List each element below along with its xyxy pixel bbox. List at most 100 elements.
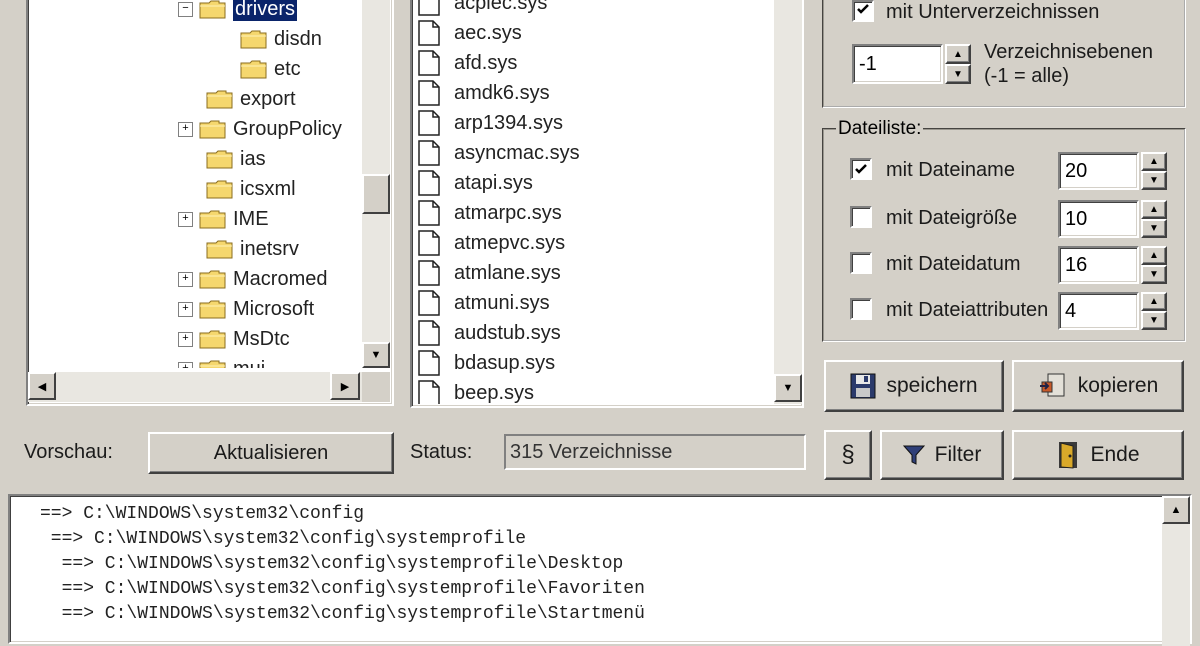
end-button[interactable]: Ende — [1012, 430, 1184, 480]
filelist-width-value[interactable]: 16 — [1058, 246, 1139, 284]
levels-down-icon[interactable]: ▼ — [945, 64, 971, 84]
file-list-item[interactable]: audstub.sys — [418, 318, 561, 348]
expand-icon[interactable]: + — [178, 271, 193, 287]
filelist-checkbox[interactable] — [850, 252, 872, 274]
filelist-width-value[interactable]: 4 — [1058, 292, 1139, 330]
file-list-item[interactable]: atapi.sys — [418, 168, 533, 198]
output-vscrollbar[interactable]: ▲ — [1162, 496, 1190, 646]
expand-icon[interactable]: + — [178, 361, 193, 368]
subdirs-checkbox[interactable] — [852, 0, 874, 22]
levels-stepper[interactable]: -1 ▲ ▼ — [852, 44, 971, 84]
folder-icon — [199, 0, 226, 19]
filelist-width-arrows[interactable]: ▲ ▼ — [1141, 200, 1167, 238]
tree-item[interactable]: export — [206, 84, 296, 114]
file-list-item[interactable]: acpiec.sys — [418, 0, 547, 18]
file-list-item[interactable]: atmarpc.sys — [418, 198, 562, 228]
file-list-item[interactable]: atmuni.sys — [418, 288, 550, 318]
tree-item[interactable]: ias — [206, 144, 266, 174]
file-vscrollbar[interactable]: ▼ — [774, 0, 802, 404]
tree-scroll-down-button[interactable]: ▼ — [362, 342, 390, 368]
levels-up-icon[interactable]: ▲ — [945, 44, 971, 64]
filelist-checkbox[interactable] — [850, 298, 872, 320]
folder-icon — [199, 360, 226, 368]
file-name: afd.sys — [454, 51, 518, 74]
filelist-width-value[interactable]: 20 — [1058, 152, 1139, 190]
tree-item[interactable]: + IME — [178, 204, 269, 234]
file-list[interactable]: acpiec.sys aec.sys afd.sys amdk6.sys arp1394… — [410, 0, 804, 408]
file-list-item[interactable]: arp1394.sys — [418, 108, 563, 138]
options-group: mit Unterverzeichnissen -1 ▲ ▼ Verzeichn… — [822, 0, 1186, 108]
tree-item[interactable]: + Macromed — [178, 264, 327, 294]
help-glyph: § — [841, 441, 855, 468]
file-list-item[interactable]: amdk6.sys — [418, 78, 550, 108]
spin-down-icon[interactable]: ▼ — [1141, 265, 1167, 284]
spin-down-icon[interactable]: ▼ — [1141, 171, 1167, 190]
filelist-width-stepper[interactable]: 16 ▲ ▼ — [1058, 246, 1167, 284]
output-textarea[interactable]: ==> C:\WINDOWS\system32\config ==> C:\WI… — [8, 494, 1192, 646]
file-list-item[interactable]: afd.sys — [418, 48, 517, 78]
file-list-item[interactable]: beep.sys — [418, 378, 534, 404]
filelist-width-arrows[interactable]: ▲ ▼ — [1141, 246, 1167, 284]
spin-up-icon[interactable]: ▲ — [1141, 292, 1167, 311]
filelist-width-value[interactable]: 10 — [1058, 200, 1139, 238]
refresh-button[interactable]: Aktualisieren — [148, 432, 394, 474]
collapse-icon[interactable]: − — [178, 1, 193, 17]
file-list-item[interactable]: atmlane.sys — [418, 258, 561, 288]
filelist-checkbox[interactable] — [850, 206, 872, 228]
levels-value[interactable]: -1 — [852, 44, 943, 84]
file-list-item[interactable]: atmepvc.sys — [418, 228, 565, 258]
spin-up-icon[interactable]: ▲ — [1141, 200, 1167, 219]
file-list-item[interactable]: bdasup.sys — [418, 348, 555, 378]
filelist-width-stepper[interactable]: 20 ▲ ▼ — [1058, 152, 1167, 190]
expand-icon[interactable]: + — [178, 331, 193, 347]
filter-button[interactable]: Filter — [880, 430, 1004, 480]
spin-up-icon[interactable]: ▲ — [1141, 152, 1167, 171]
file-list-item[interactable]: aec.sys — [418, 18, 522, 48]
tree-item-label: export — [240, 87, 296, 110]
file-scroll-down-button[interactable]: ▼ — [774, 374, 802, 402]
tree-item[interactable]: − drivers — [178, 0, 298, 24]
output-scroll-up-button[interactable]: ▲ — [1162, 496, 1190, 524]
file-list-item[interactable]: asyncmac.sys — [418, 138, 580, 168]
file-icon — [418, 20, 440, 46]
copy-label: kopieren — [1077, 374, 1159, 397]
tree-item[interactable]: etc — [240, 54, 301, 84]
output-line: ==> C:\WINDOWS\system32\config — [40, 504, 365, 524]
filelist-width-stepper[interactable]: 4 ▲ ▼ — [1058, 292, 1167, 330]
copy-button[interactable]: kopieren — [1012, 360, 1184, 412]
help-button[interactable]: § — [824, 430, 872, 480]
preview-label: Vorschau: — [24, 441, 113, 463]
tree-item-label: inetsrv — [240, 237, 299, 260]
levels-arrows[interactable]: ▲ ▼ — [945, 44, 971, 84]
tree-item[interactable]: + MsDtc — [178, 324, 290, 354]
tree-hscrollbar[interactable]: ◀ ▶ — [28, 372, 364, 402]
levels-label-line1: Verzeichnisebenen — [984, 41, 1154, 63]
spin-down-icon[interactable]: ▼ — [1141, 311, 1167, 330]
tree-item[interactable]: inetsrv — [206, 234, 299, 264]
filelist-width-arrows[interactable]: ▲ ▼ — [1141, 152, 1167, 190]
tree-item[interactable]: icsxml — [206, 174, 296, 204]
copy-icon — [1038, 372, 1068, 400]
file-icon — [418, 170, 440, 196]
expand-icon[interactable]: + — [178, 301, 193, 317]
expand-icon[interactable]: + — [178, 211, 193, 227]
filelist-checkbox[interactable] — [850, 158, 872, 180]
tree-item[interactable]: + mui — [178, 354, 265, 368]
tree-scroll-right-button[interactable]: ▶ — [330, 372, 360, 400]
spin-down-icon[interactable]: ▼ — [1141, 219, 1167, 238]
save-button[interactable]: speichern — [824, 360, 1004, 412]
tree-scroll-left-button[interactable]: ◀ — [28, 372, 56, 400]
expand-icon[interactable]: + — [178, 121, 193, 137]
file-icon — [418, 140, 440, 166]
tree-vscrollbar[interactable]: ▼ — [362, 0, 390, 368]
tree-item[interactable]: + Microsoft — [178, 294, 314, 324]
tree-item[interactable]: + GroupPolicy — [178, 114, 342, 144]
filelist-width-stepper[interactable]: 10 ▲ ▼ — [1058, 200, 1167, 238]
filelist-width-arrows[interactable]: ▲ ▼ — [1141, 292, 1167, 330]
folder-tree[interactable]: − drivers disdn etc export + GroupPolicy ias ics… — [26, 0, 394, 406]
file-name: audstub.sys — [454, 321, 561, 344]
tree-item[interactable]: disdn — [240, 24, 322, 54]
tree-scroll-thumb[interactable] — [362, 174, 390, 214]
folder-icon — [199, 210, 226, 229]
spin-up-icon[interactable]: ▲ — [1141, 246, 1167, 265]
